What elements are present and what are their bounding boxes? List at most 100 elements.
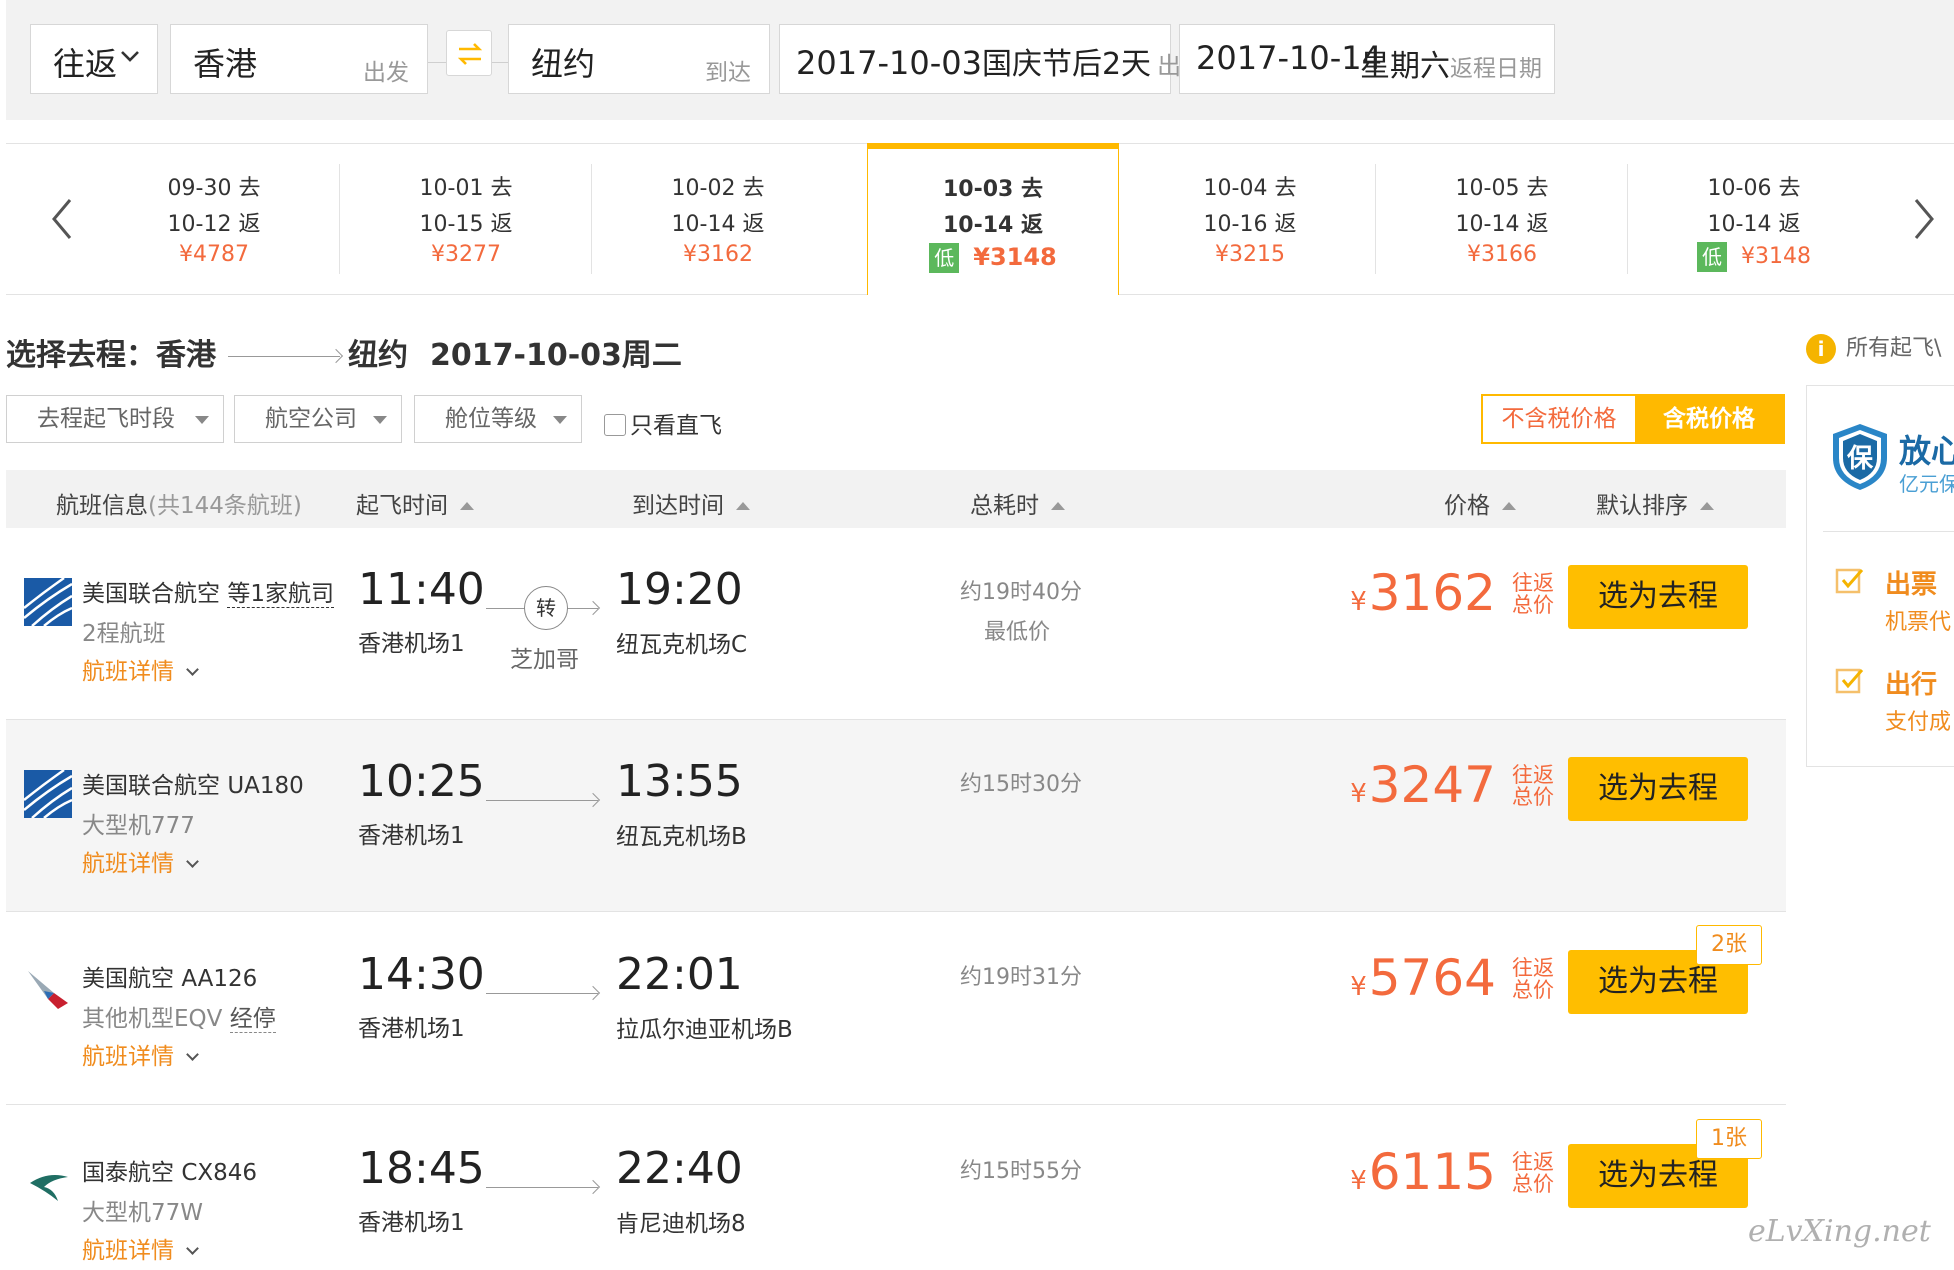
date-option-5[interactable]: 10-04 去 10-16 返 ¥3215 xyxy=(1124,144,1376,294)
depart-time: 14:30 xyxy=(358,949,485,1000)
route-arrow-icon xyxy=(228,356,340,357)
header-duration-label: 总耗时 xyxy=(970,493,1039,519)
chevron-left-icon[interactable] xyxy=(44,194,80,244)
return-date-field[interactable]: 2017-10-14 星期六返程日期 xyxy=(1179,24,1555,94)
checkbox-check-icon xyxy=(1835,568,1864,594)
promo-item2-title: 出行 xyxy=(1885,670,1938,700)
sort-arrive-time[interactable]: 到达时间 xyxy=(632,486,750,520)
sort-duration[interactable]: 总耗时 xyxy=(970,486,1065,520)
airline-filter[interactable]: 航空公司 xyxy=(234,395,402,443)
flight-detail-toggle[interactable]: 航班详情 xyxy=(82,1037,199,1071)
tickets-left-badge: 2张 xyxy=(1696,925,1762,965)
notice-text: 所有起飞\ xyxy=(1846,336,1942,361)
flight-detail-label: 航班详情 xyxy=(82,659,174,685)
price-value: 5764 xyxy=(1368,949,1496,1007)
sort-up-icon xyxy=(1051,502,1065,510)
depart-date-field[interactable]: 2017-10-03国庆节后2天出发日期 xyxy=(779,24,1253,94)
header-flight-info-label: 航班信息 xyxy=(56,493,148,519)
depart-time-filter[interactable]: 去程起飞时段 xyxy=(6,395,224,443)
dropdown-triangle-icon xyxy=(195,416,209,424)
date-go: 10-06 去 xyxy=(1707,176,1801,201)
sort-up-icon xyxy=(1700,502,1714,510)
arrive-airport: 纽瓦克机场B xyxy=(616,824,747,850)
depart-time: 18:45 xyxy=(358,1143,485,1194)
date-price-row: 低 ¥3148 xyxy=(868,243,1118,273)
date-back: 10-14 返 xyxy=(942,213,1044,238)
flight-row: 美国航空 AA126 其他机型EQV 经停 航班详情 14:30 香港机场1 2… xyxy=(6,913,1786,1105)
united-globe-logo-icon xyxy=(24,770,72,818)
swap-cities-button[interactable] xyxy=(446,30,492,76)
date-option-7[interactable]: 10-06 去 10-14 返 低 ¥3148 xyxy=(1628,144,1880,294)
filter-label: 航空公司 xyxy=(265,406,357,432)
depart-airport: 香港机场1 xyxy=(358,823,465,849)
date-option-3[interactable]: 10-02 去 10-14 返 ¥3162 xyxy=(592,144,844,294)
date-back: 10-16 返 xyxy=(1203,212,1297,237)
checkbox-box[interactable] xyxy=(604,414,626,436)
from-city-field[interactable]: 香港 出发 xyxy=(170,24,428,94)
filter-label: 去程起飞时段 xyxy=(37,406,175,432)
direct-only-label: 只看直飞 xyxy=(630,413,722,439)
depart-time: 11:40 xyxy=(358,564,485,615)
return-date-value: 2017-10-14 xyxy=(1196,39,1382,77)
date-go: 09-30 去 xyxy=(167,176,261,201)
chevron-down-icon xyxy=(186,663,199,676)
flight-detail-toggle[interactable]: 航班详情 xyxy=(82,844,199,878)
to-city-field[interactable]: 纽约 到达 xyxy=(508,24,770,94)
guarantee-promo-panel[interactable]: 保 放心 亿元保 出票 机票代 出行 支付成 xyxy=(1806,385,1954,767)
date-option-2[interactable]: 10-01 去 10-15 返 ¥3277 xyxy=(340,144,592,294)
return-date-label: 返程日期 xyxy=(1450,56,1542,82)
total-duration: 约15时55分 xyxy=(960,1159,1082,1184)
currency-symbol: ¥ xyxy=(1350,587,1367,617)
price-value: 6115 xyxy=(1368,1143,1496,1201)
tickets-left-badge: 1张 xyxy=(1696,1119,1762,1159)
flight-row: 美国联合航空 等1家航司 2程航班 航班详情 11:40 香港机场1 转 芝加哥… xyxy=(6,528,1786,720)
chevron-down-icon xyxy=(186,1048,199,1061)
date-option-4-selected[interactable]: 10-03 去 10-14 返 低 ¥3148 xyxy=(867,143,1119,295)
sort-depart-time[interactable]: 起飞时间 xyxy=(356,486,474,520)
date-option-1[interactable]: 09-30 去 10-12 返 ¥4787 xyxy=(88,144,340,294)
chevron-right-icon[interactable] xyxy=(1906,194,1942,244)
select-outbound-button[interactable]: 选为去程 xyxy=(1568,757,1748,821)
cathay-brushwing-logo-icon xyxy=(30,1175,68,1201)
depart-airport: 香港机场1 xyxy=(358,1016,465,1042)
date-go: 10-05 去 xyxy=(1455,176,1549,201)
total-duration: 约19时31分 xyxy=(960,965,1082,990)
direct-only-checkbox[interactable]: 只看直飞 xyxy=(604,406,722,440)
include-tax-option[interactable]: 含税价格 xyxy=(1635,396,1783,442)
filter-label: 舱位等级 xyxy=(445,406,537,432)
total-duration: 约19时40分 xyxy=(960,580,1082,605)
multi-airline-link[interactable]: 等1家航司 xyxy=(227,581,334,608)
header-arrive-label: 到达时间 xyxy=(632,493,724,519)
flight-detail-toggle[interactable]: 航班详情 xyxy=(82,652,199,686)
notice[interactable]: i 所有起飞\ xyxy=(1806,330,1941,364)
airline-label: 国泰航空 xyxy=(82,1160,174,1186)
airline-label: 美国航空 xyxy=(82,966,174,992)
low-price-badge: 低 xyxy=(929,243,960,273)
sort-up-icon xyxy=(736,502,750,510)
flight-row: 美国联合航空 UA180 大型机777 航班详情 10:25 香港机场1 13:… xyxy=(6,720,1786,912)
arrive-airport: 拉瓜尔迪亚机场B xyxy=(616,1017,793,1043)
cabin-class-filter[interactable]: 舱位等级 xyxy=(414,395,582,443)
date-price: ¥3148 xyxy=(973,243,1057,271)
sort-price[interactable]: 价格 xyxy=(1444,486,1516,520)
chevron-down-icon xyxy=(186,1242,199,1255)
depart-time: 10:25 xyxy=(358,756,485,807)
flight-detail-toggle[interactable]: 航班详情 xyxy=(82,1231,199,1265)
flight-count: (共144条航班) xyxy=(148,493,302,519)
aircraft-type: 大型机77W xyxy=(82,1200,204,1226)
united-globe-logo-icon xyxy=(24,578,72,626)
flight-price: ¥3247 xyxy=(1350,756,1496,814)
sort-default[interactable]: 默认排序 xyxy=(1596,486,1714,520)
exclude-tax-option[interactable]: 不含税价格 xyxy=(1483,396,1635,442)
flight-number: CX846 xyxy=(181,1160,258,1186)
trip-type-select[interactable]: 往返 xyxy=(30,24,158,94)
select-outbound-button[interactable]: 选为去程 xyxy=(1568,565,1748,629)
flight-route-arrow-icon xyxy=(486,993,598,994)
stopover-link[interactable]: 经停 xyxy=(229,1006,276,1033)
date-go: 10-02 去 xyxy=(671,176,765,201)
date-option-6[interactable]: 10-05 去 10-14 返 ¥3166 xyxy=(1376,144,1628,294)
dropdown-triangle-icon xyxy=(373,416,387,424)
depart-date-value: 2017-10-03 xyxy=(796,44,982,82)
flight-price: ¥3162 xyxy=(1350,564,1496,622)
title-to: 纽约 xyxy=(348,338,408,373)
